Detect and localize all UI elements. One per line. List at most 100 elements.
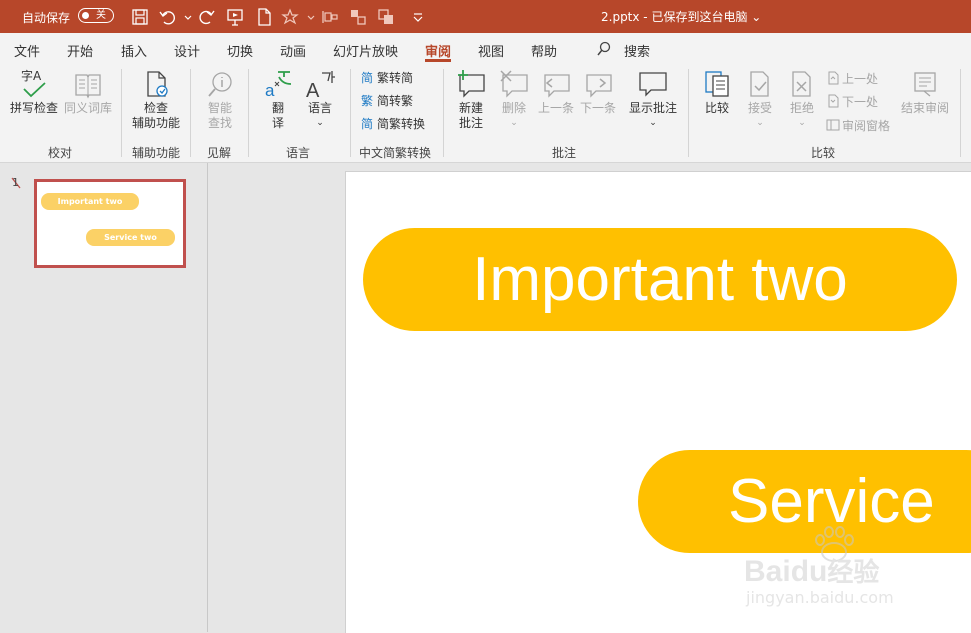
- group-separator: [960, 69, 961, 157]
- traditional-to-simplified-icon: 简: [361, 70, 375, 85]
- tab-home[interactable]: 开始: [67, 41, 93, 60]
- autosave-toggle[interactable]: 关: [78, 8, 114, 23]
- show-comments-button[interactable]: 显示批注 ⌄: [624, 69, 682, 131]
- accept-icon: [745, 69, 775, 99]
- save-icon[interactable]: [130, 7, 150, 27]
- group-separator: [190, 69, 191, 157]
- smart-lookup-icon: [205, 69, 235, 99]
- next-change-button[interactable]: 下一处: [826, 94, 878, 110]
- tab-transitions[interactable]: 切换: [227, 41, 253, 60]
- svg-text:a: a: [265, 81, 275, 99]
- active-tab-indicator: [425, 59, 451, 62]
- important-two-shape[interactable]: Important two: [363, 228, 957, 331]
- watermark-brand-bai: Bai: [744, 555, 791, 588]
- tab-design[interactable]: 设计: [174, 41, 200, 60]
- thesaurus-label: 同义词库: [63, 101, 112, 115]
- thumbnail-pill-important: Important two: [41, 193, 139, 210]
- search-label[interactable]: 搜索: [624, 41, 650, 60]
- accept-button[interactable]: 接受 ⌄: [742, 69, 778, 131]
- reject-label: 拒绝: [789, 101, 814, 115]
- watermark-brand-jingyan: 经验: [827, 557, 880, 587]
- group-label-accessibility: 辅助功能: [132, 146, 181, 160]
- language-button[interactable]: A 语言 ⌄: [302, 69, 338, 131]
- translate-label-1: 翻: [271, 101, 284, 115]
- show-comments-dropdown-icon: ⌄: [649, 118, 657, 128]
- group-separator: [121, 69, 122, 157]
- previous-comment-icon: [540, 69, 572, 99]
- spell-check-icon: 字A: [19, 69, 49, 99]
- group-label-proofing: 校对: [48, 146, 73, 160]
- spell-check-label: 拼写检查: [9, 101, 58, 115]
- next-change-label: 下一处: [842, 95, 879, 109]
- tab-insert[interactable]: 插入: [121, 41, 147, 60]
- previous-comment-button[interactable]: 上一条: [536, 69, 576, 116]
- simplified-to-traditional-icon: 繁: [361, 93, 375, 108]
- tab-help[interactable]: 帮助: [531, 41, 557, 60]
- group-label-comments: 批注: [552, 146, 577, 160]
- simplified-to-traditional-button[interactable]: 繁简转繁: [361, 93, 413, 109]
- group-label-insights: 见解: [207, 146, 232, 160]
- delete-comment-icon: [498, 69, 530, 99]
- next-comment-button[interactable]: 下一条: [578, 69, 618, 116]
- svg-text:繁: 繁: [361, 93, 373, 107]
- compare-button[interactable]: 比较: [698, 69, 736, 116]
- align-icon[interactable]: [320, 7, 340, 27]
- slide-number: 1: [10, 176, 21, 189]
- new-comment-button[interactable]: 新建 批注: [450, 69, 492, 131]
- thumbnail-pill-service: Service two: [86, 229, 175, 246]
- watermark-url: jingyan.baidu.com: [746, 588, 894, 607]
- svg-text:简: 简: [361, 117, 373, 130]
- shape-dropdown-icon[interactable]: [301, 7, 315, 27]
- end-review-button[interactable]: 结束审阅: [898, 69, 952, 116]
- slide-thumbnail[interactable]: Important two Service two: [34, 179, 186, 268]
- simplified-to-traditional-label: 简转繁: [377, 94, 414, 108]
- group-separator: [350, 69, 351, 157]
- arrange-icon[interactable]: [376, 7, 396, 27]
- chinese-conversion-button[interactable]: 简简繁转换: [361, 116, 425, 132]
- smart-lookup-button[interactable]: 智能 查找: [198, 69, 242, 131]
- shape-icon[interactable]: [280, 7, 300, 27]
- search-icon[interactable]: [596, 41, 612, 57]
- spell-check-button[interactable]: 字A 拼写检查: [8, 69, 60, 116]
- show-comments-label: 显示批注: [628, 101, 677, 115]
- customize-quick-access-icon[interactable]: [408, 7, 423, 27]
- ribbon: 字A 拼写检查 同义词库 校对 检查 辅助功能 辅助功能 智能 查找 见解 a …: [0, 63, 971, 163]
- new-file-icon[interactable]: [254, 7, 274, 27]
- next-comment-icon: [582, 69, 614, 99]
- new-comment-icon: [455, 69, 487, 99]
- translate-button[interactable]: a 翻 译: [258, 69, 298, 131]
- reviewing-pane-button[interactable]: 审阅窗格: [826, 118, 890, 134]
- tab-view[interactable]: 视图: [478, 41, 504, 60]
- show-comments-icon: [637, 69, 669, 99]
- language-label: 语言: [307, 101, 332, 115]
- check-accessibility-label-2: 辅助功能: [131, 116, 180, 130]
- group-separator: [248, 69, 249, 157]
- undo-dropdown-icon[interactable]: [178, 7, 192, 27]
- baidu-watermark: Baidu经验 jingyan.baidu.com: [744, 524, 924, 614]
- tab-animations[interactable]: 动画: [280, 41, 306, 60]
- thesaurus-icon: [73, 69, 103, 99]
- check-accessibility-button[interactable]: 检查 辅助功能: [128, 69, 184, 131]
- document-title[interactable]: 2.pptx - 已保存到这台电脑 ⌄: [601, 8, 761, 25]
- delete-comment-button[interactable]: 删除 ⌄: [494, 69, 534, 131]
- present-icon[interactable]: [225, 7, 245, 27]
- slide-number-text: 1: [12, 176, 19, 189]
- smart-lookup-label-2: 查找: [207, 116, 232, 130]
- previous-change-icon: [826, 71, 840, 85]
- thesaurus-button[interactable]: 同义词库: [62, 69, 114, 116]
- new-comment-label-2: 批注: [458, 116, 483, 130]
- reject-button[interactable]: 拒绝 ⌄: [784, 69, 820, 131]
- tab-file[interactable]: 文件: [14, 41, 40, 60]
- group-icon[interactable]: [348, 7, 368, 27]
- previous-change-button[interactable]: 上一处: [826, 71, 878, 87]
- redo-icon[interactable]: [196, 7, 216, 27]
- tab-slideshow[interactable]: 幻灯片放映: [333, 41, 398, 60]
- delete-dropdown-icon: ⌄: [510, 118, 518, 128]
- undo-icon[interactable]: [158, 7, 178, 27]
- tab-review[interactable]: 审阅: [425, 41, 451, 60]
- end-review-label: 结束审阅: [900, 101, 949, 115]
- traditional-to-simplified-button[interactable]: 简繁转简: [361, 70, 413, 86]
- next-change-icon: [826, 94, 840, 108]
- end-review-icon: [910, 69, 940, 99]
- reviewing-pane-label: 审阅窗格: [842, 119, 891, 133]
